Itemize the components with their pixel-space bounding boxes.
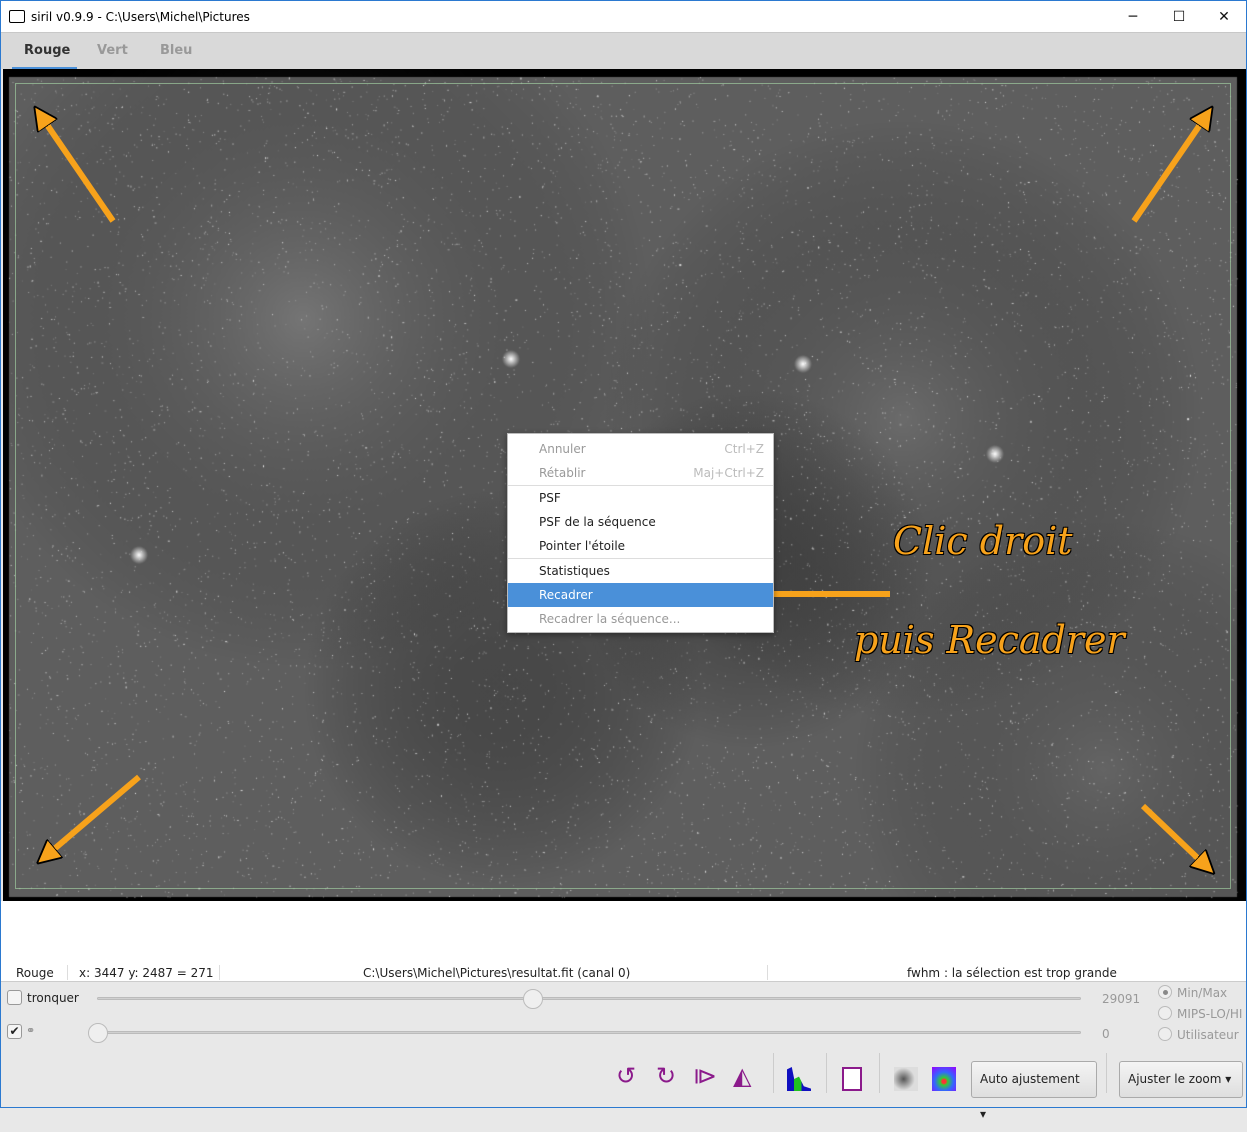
histogram-icon[interactable]	[787, 1067, 811, 1091]
divider	[879, 1053, 880, 1093]
shortcut: Ctrl+Z	[724, 442, 764, 456]
clip-label: tronquer	[27, 991, 79, 1005]
radio-user-label: Utilisateur	[1177, 1028, 1239, 1042]
annotation-clic-droit: Clic droit	[893, 519, 1073, 563]
status-fwhm: fwhm : la sélection est trop grande	[907, 966, 1117, 980]
divider	[1, 981, 1246, 982]
radio-mips[interactable]	[1158, 1006, 1172, 1020]
menu-item-recadrer[interactable]: Recadrer	[508, 583, 773, 607]
radio-user[interactable]	[1158, 1027, 1172, 1041]
zoom-fit-dropdown[interactable]: Ajuster le zoom ▾	[1119, 1061, 1243, 1098]
menu-item-psf[interactable]: PSF	[508, 486, 773, 510]
minimize-button[interactable]: ─	[1110, 1, 1156, 32]
clip-checkbox[interactable]	[7, 990, 22, 1005]
rotate-right-icon[interactable]: ↻	[656, 1061, 676, 1091]
menu-label: Rétablir	[539, 466, 586, 480]
mirror-y-icon[interactable]: ◭	[733, 1061, 751, 1091]
maximize-button[interactable]: ☐	[1156, 1, 1202, 32]
rotate-left-icon[interactable]: ↺	[616, 1061, 636, 1091]
menu-item-recadrer-sequence[interactable]: Recadrer la séquence...	[508, 607, 773, 631]
menu-item-statistiques[interactable]: Statistiques	[508, 559, 773, 583]
grayscale-view-icon[interactable]	[894, 1067, 918, 1091]
tab-rouge[interactable]: Rouge	[24, 43, 70, 58]
status-channel: Rouge	[16, 966, 54, 980]
high-slider-track[interactable]	[97, 997, 1081, 1000]
log-icon[interactable]	[842, 1067, 862, 1091]
high-slider-knob[interactable]	[523, 989, 543, 1009]
menu-label: Annuler	[539, 442, 586, 456]
radio-minmax[interactable]	[1158, 985, 1172, 999]
channel-tabs: Rouge Vert Bleu	[1, 32, 1246, 70]
low-slider-knob[interactable]	[88, 1023, 108, 1043]
low-value: 0	[1102, 1027, 1110, 1041]
radio-mips-label: MIPS-LO/HI	[1177, 1007, 1243, 1021]
menu-item-annuler[interactable]: Annuler Ctrl+Z	[508, 437, 773, 461]
menu-item-retablir[interactable]: Rétablir Maj+Ctrl+Z	[508, 461, 773, 485]
status-file: C:\Users\Michel\Pictures\resultat.fit (c…	[363, 966, 631, 980]
status-coords: x: 3447 y: 2487 = 271	[79, 966, 214, 980]
context-menu: Annuler Ctrl+Z Rétablir Maj+Ctrl+Z PSF PSF…	[507, 433, 774, 633]
divider	[767, 965, 768, 980]
menu-item-psf-sequence[interactable]: PSF de la séquence	[508, 510, 773, 534]
false-color-icon[interactable]	[932, 1067, 956, 1091]
tab-bleu[interactable]: Bleu	[160, 43, 192, 58]
divider	[826, 1053, 827, 1093]
divider	[773, 1053, 774, 1093]
divider	[67, 965, 68, 980]
auto-adjust-dropdown[interactable]: Auto ajustement ▾	[971, 1061, 1097, 1121]
link-checkbox[interactable]: ✔	[7, 1024, 22, 1039]
close-button[interactable]: ✕	[1201, 1, 1247, 32]
window-title: siril v0.9.9 - C:\Users\Michel\Pictures	[31, 9, 250, 24]
low-slider-track[interactable]	[97, 1031, 1081, 1034]
link-icon: ⚭	[26, 1024, 36, 1037]
high-value: 29091	[1102, 992, 1141, 1006]
tab-vert[interactable]: Vert	[97, 43, 128, 58]
app-icon	[9, 10, 25, 23]
mirror-x-icon[interactable]: ⧐	[693, 1061, 717, 1091]
radio-minmax-label: Min/Max	[1177, 986, 1228, 1000]
menu-item-pointer-etoile[interactable]: Pointer l'étoile	[508, 534, 773, 558]
title-bar: siril v0.9.9 - C:\Users\Michel\Pictures …	[1, 1, 1246, 32]
divider	[1106, 1053, 1107, 1093]
divider	[219, 965, 220, 980]
annotation-puis-recadrer: puis Recadrer	[854, 618, 1125, 662]
shortcut: Maj+Ctrl+Z	[693, 466, 764, 480]
